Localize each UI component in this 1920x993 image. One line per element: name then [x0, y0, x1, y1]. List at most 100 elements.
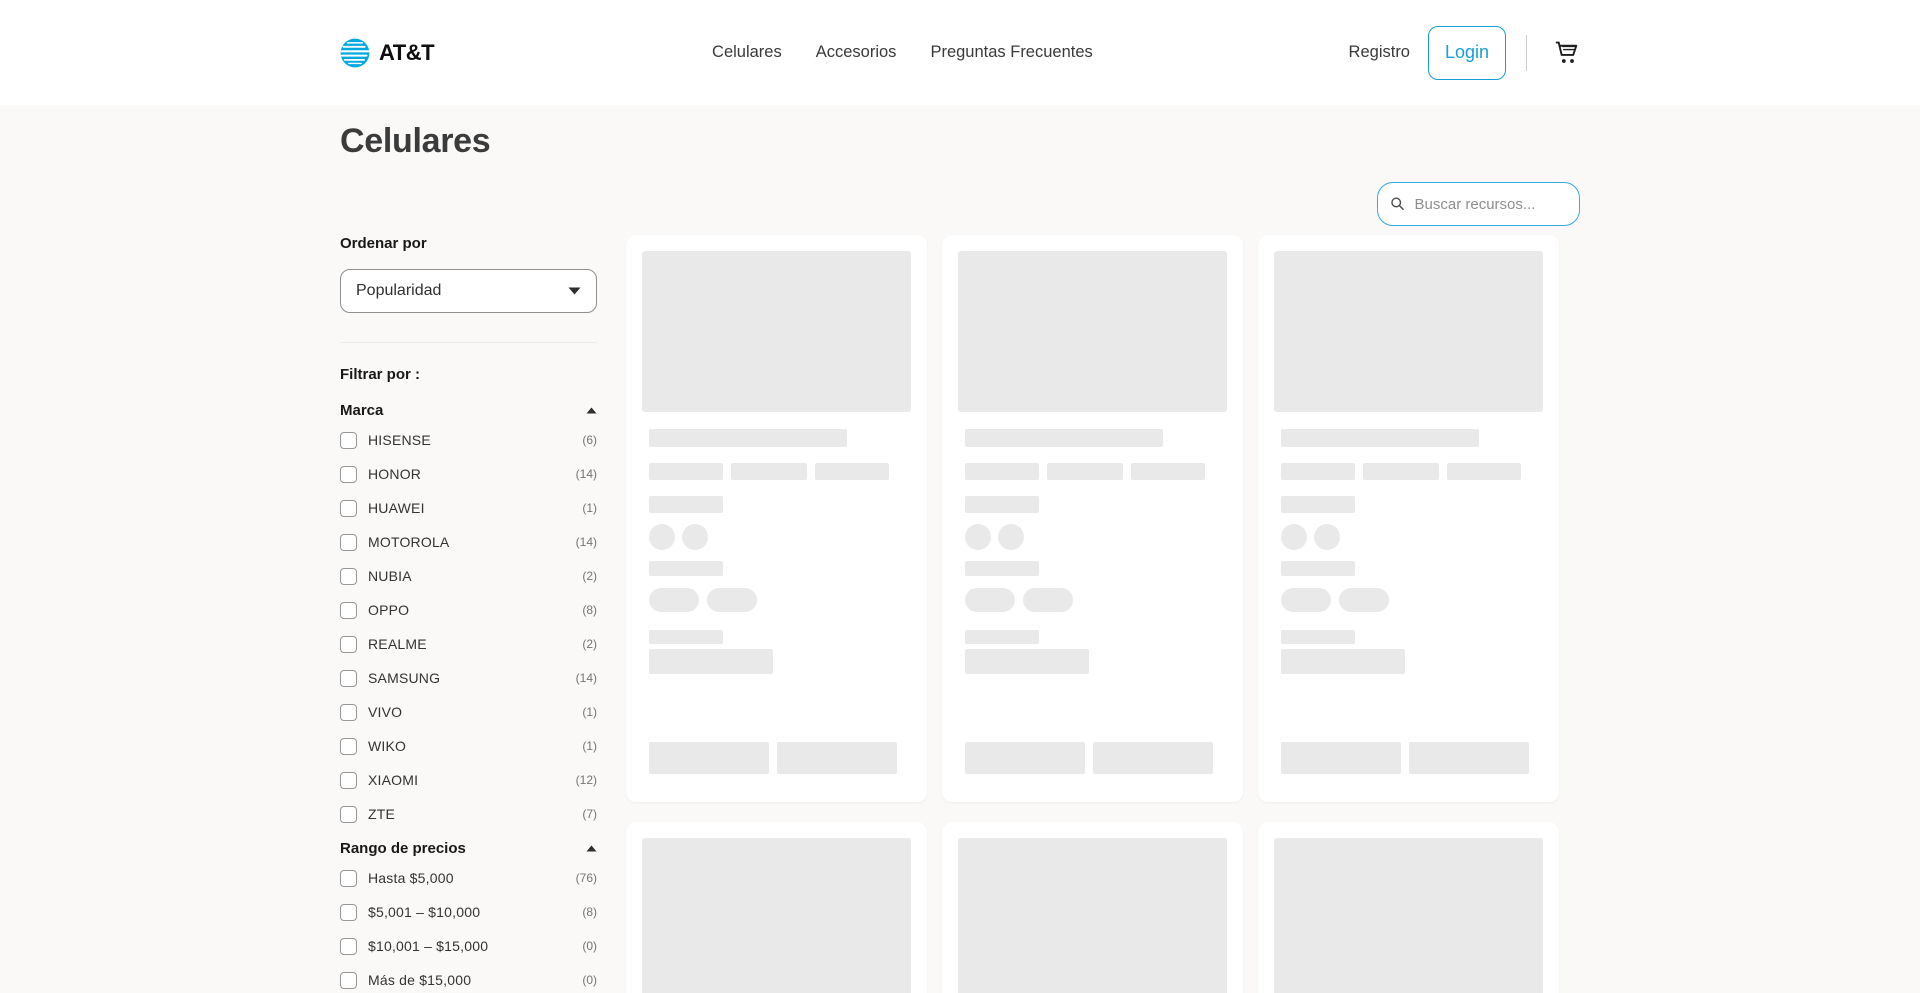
skeleton-color-swatch — [998, 524, 1024, 550]
skeleton-bar — [965, 561, 1039, 576]
filter-count: (8) — [582, 905, 597, 919]
filter-label: SAMSUNG — [368, 670, 440, 686]
search-input[interactable] — [1415, 196, 1568, 213]
filter-count: (12) — [576, 773, 597, 787]
login-button[interactable]: Login — [1428, 26, 1506, 80]
skeleton-chip — [1281, 463, 1355, 480]
skeleton-button — [649, 742, 769, 774]
filter-label: OPPO — [368, 602, 409, 618]
skeleton-bar — [965, 496, 1039, 513]
filter-label: MOTOROLA — [368, 534, 449, 550]
skeleton-bar — [1281, 496, 1355, 513]
nav-celulares[interactable]: Celulares — [712, 43, 782, 62]
skeleton-chip — [649, 463, 723, 480]
registro-link[interactable]: Registro — [1349, 43, 1410, 62]
filter-option-oppo[interactable]: OPPO (8) — [340, 593, 597, 627]
nav-preguntas-frecuentes[interactable]: Preguntas Frecuentes — [930, 43, 1092, 62]
skeleton-chip — [731, 463, 807, 480]
checkbox-hasta-5000[interactable] — [340, 870, 357, 887]
filter-option-motorola[interactable]: MOTOROLA (14) — [340, 525, 597, 559]
filter-count: (0) — [582, 973, 597, 987]
checkbox-zte[interactable] — [340, 806, 357, 823]
filter-label: Hasta $5,000 — [368, 870, 454, 886]
checkbox-nubia[interactable] — [340, 568, 357, 585]
filter-count: (2) — [582, 637, 597, 651]
skeleton-button — [777, 742, 897, 774]
checkbox-5001-10000[interactable] — [340, 904, 357, 921]
filter-label: VIVO — [368, 704, 402, 720]
search-box[interactable] — [1377, 182, 1580, 226]
skeleton-price-bar — [649, 649, 773, 674]
checkbox-honor[interactable] — [340, 466, 357, 483]
filter-option-hisense[interactable]: HISENSE (6) — [340, 423, 597, 457]
checkbox-realme[interactable] — [340, 636, 357, 653]
skeleton-image — [1274, 838, 1543, 993]
filter-option-nubia[interactable]: NUBIA (2) — [340, 559, 597, 593]
filter-count: (76) — [576, 871, 597, 885]
checkbox-hisense[interactable] — [340, 432, 357, 449]
skeleton-price-bar — [1281, 649, 1405, 674]
filter-label: $5,001 – $10,000 — [368, 904, 480, 920]
filter-option-zte[interactable]: ZTE (7) — [340, 797, 597, 831]
filter-section-precios[interactable]: Rango de precios — [340, 835, 597, 861]
filter-option-10001-15000[interactable]: $10,001 – $15,000 (0) — [340, 929, 597, 963]
nav-accesorios[interactable]: Accesorios — [816, 43, 897, 62]
filter-section-marca[interactable]: Marca — [340, 397, 597, 423]
skeleton-bar — [649, 630, 723, 644]
filter-count: (14) — [576, 671, 597, 685]
checkbox-mas-de-15000[interactable] — [340, 972, 357, 989]
header: AT&T Celulares Accesorios Preguntas Frec… — [0, 0, 1920, 105]
skeleton-button — [1093, 742, 1213, 774]
filter-option-5001-10000[interactable]: $5,001 – $10,000 (8) — [340, 895, 597, 929]
filter-count: (6) — [582, 433, 597, 447]
checkbox-xiaomi[interactable] — [340, 772, 357, 789]
product-card-skeleton — [1258, 235, 1559, 802]
skeleton-pill — [707, 588, 757, 612]
checkbox-10001-15000[interactable] — [340, 938, 357, 955]
checkbox-huawei[interactable] — [340, 500, 357, 517]
filter-option-honor[interactable]: HONOR (14) — [340, 457, 597, 491]
filter-option-vivo[interactable]: VIVO (1) — [340, 695, 597, 729]
skeleton-color-swatch — [682, 524, 708, 550]
skeleton-chip — [1131, 463, 1205, 480]
main-nav: Celulares Accesorios Preguntas Frecuente… — [712, 43, 1093, 62]
filter-count: (7) — [582, 807, 597, 821]
cart-icon — [1553, 39, 1580, 66]
skeleton-button — [1409, 742, 1529, 774]
filter-count: (14) — [576, 535, 597, 549]
page-title: Celulares — [340, 122, 1580, 161]
sort-label: Ordenar por — [340, 235, 597, 252]
checkbox-vivo[interactable] — [340, 704, 357, 721]
filter-option-huawei[interactable]: HUAWEI (1) — [340, 491, 597, 525]
product-card-skeleton — [626, 822, 927, 993]
filter-count: (0) — [582, 939, 597, 953]
filter-option-realme[interactable]: REALME (2) — [340, 627, 597, 661]
skeleton-bar — [965, 630, 1039, 644]
skeleton-image — [642, 838, 911, 993]
filter-option-hasta-5000[interactable]: Hasta $5,000 (76) — [340, 861, 597, 895]
skeleton-image — [958, 251, 1227, 412]
cart-button[interactable] — [1553, 39, 1580, 66]
skeleton-bar — [649, 496, 723, 513]
filter-title: Filtrar por : — [340, 366, 597, 383]
brand-logo[interactable]: AT&T — [340, 38, 434, 68]
sidebar-divider — [340, 342, 597, 343]
filter-option-wiko[interactable]: WIKO (1) — [340, 729, 597, 763]
filter-count: (8) — [582, 603, 597, 617]
product-card-skeleton — [942, 235, 1243, 802]
skeleton-bar — [1281, 561, 1355, 576]
checkbox-samsung[interactable] — [340, 670, 357, 687]
filter-label: $10,001 – $15,000 — [368, 938, 488, 954]
skeleton-color-swatch — [965, 524, 991, 550]
checkbox-oppo[interactable] — [340, 602, 357, 619]
skeleton-image — [958, 838, 1227, 993]
filter-option-xiaomi[interactable]: XIAOMI (12) — [340, 763, 597, 797]
filter-option-mas-de-15000[interactable]: Más de $15,000 (0) — [340, 963, 597, 993]
checkbox-wiko[interactable] — [340, 738, 357, 755]
filter-option-samsung[interactable]: SAMSUNG (14) — [340, 661, 597, 695]
skeleton-chip — [965, 463, 1039, 480]
sort-dropdown[interactable]: Popularidad — [340, 269, 597, 313]
filter-label: HISENSE — [368, 432, 431, 448]
checkbox-motorola[interactable] — [340, 534, 357, 551]
skeleton-title — [649, 429, 847, 447]
